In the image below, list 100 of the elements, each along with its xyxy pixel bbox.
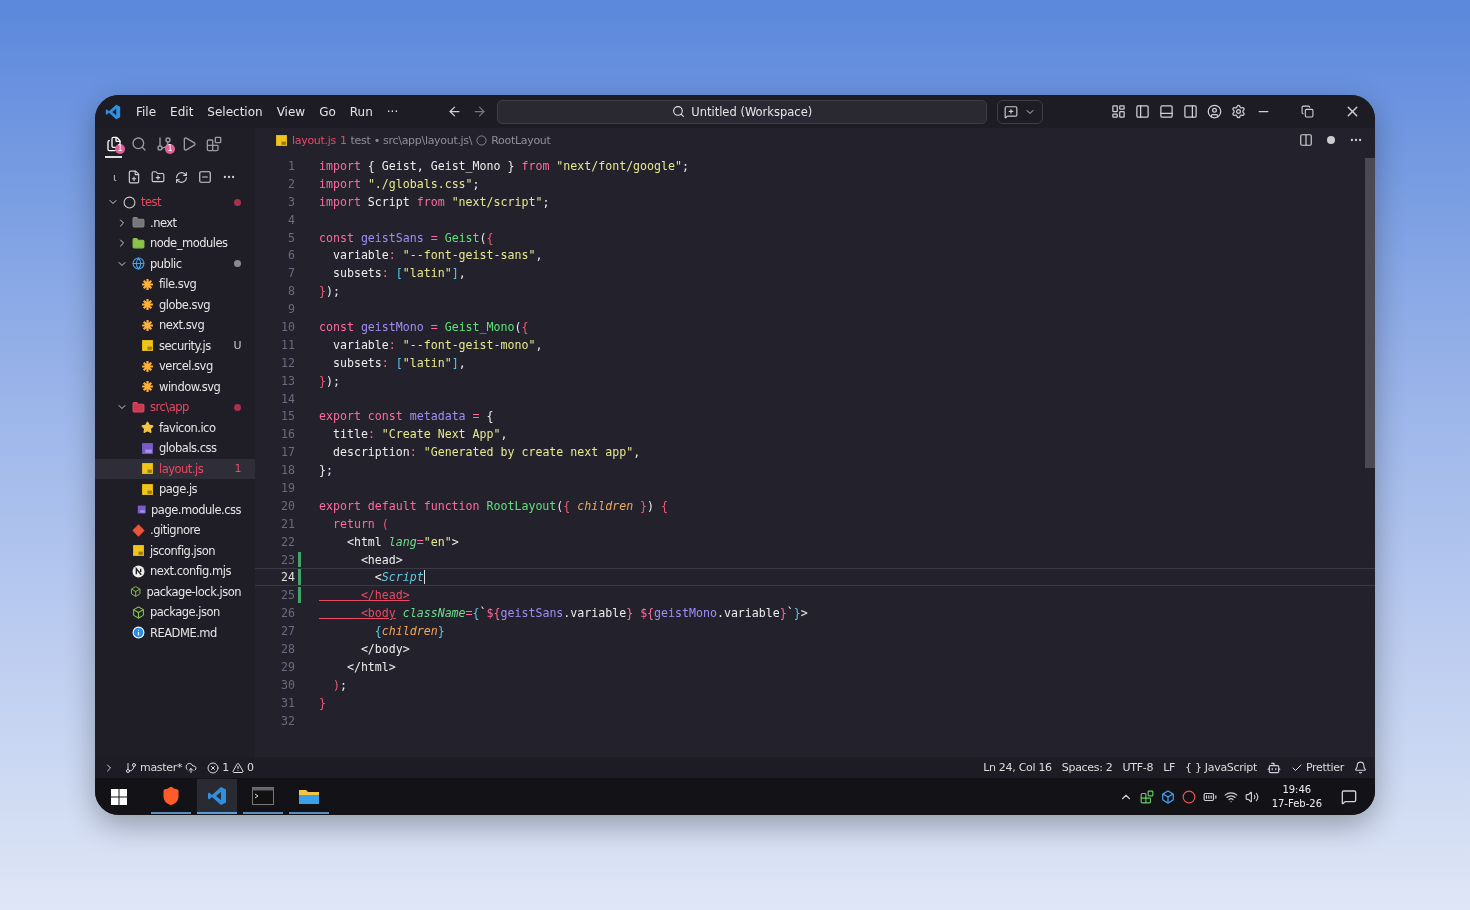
vscode-logo-icon <box>105 103 121 120</box>
code-line: subsets: ["latin"], <box>331 266 466 281</box>
tree-item[interactable]: security.js U <box>95 335 255 356</box>
menu-item[interactable]: File <box>129 104 164 119</box>
chat-button[interactable] <box>997 99 1044 124</box>
file-name: package-lock.json <box>146 584 241 599</box>
collapse-icon[interactable] <box>197 170 212 184</box>
line-number: 23 <box>280 552 295 567</box>
tray-app-icon[interactable] <box>1139 789 1154 804</box>
line-number: 19 <box>280 480 295 495</box>
problem-count: 1 <box>339 133 347 147</box>
line-number: 13 <box>280 373 295 388</box>
breadcrumb-path[interactable]: test • src\app\layout.js\ <box>350 133 473 147</box>
file-name: public <box>150 256 183 271</box>
file-name: page.js <box>159 482 199 497</box>
line-number: 3 <box>287 194 295 209</box>
line-number: 2 <box>287 176 295 191</box>
tray-app-icon[interactable] <box>1160 789 1175 804</box>
line-number: 14 <box>280 391 295 406</box>
code-line: <head> <box>359 552 403 567</box>
new-folder-icon[interactable] <box>150 170 165 184</box>
clock[interactable]: 19:46 17-Feb-26 <box>1271 782 1322 811</box>
folder-icon <box>132 400 145 414</box>
tree-item[interactable]: window.svg <box>95 376 255 397</box>
network-icon[interactable] <box>1223 789 1238 804</box>
menu-item[interactable]: ··· <box>379 104 406 119</box>
code-line: </head> <box>359 588 410 603</box>
code-line: }); <box>319 284 340 299</box>
file-name: jsconfig.json <box>150 543 217 558</box>
tree-item[interactable]: node_modules <box>95 233 255 254</box>
tree-item[interactable]: jsconfig.json <box>95 540 255 561</box>
panel-left-icon[interactable] <box>1135 104 1151 119</box>
menu-item[interactable]: Edit <box>163 104 201 119</box>
file-name: next.config.mjs <box>150 564 232 579</box>
breadcrumb-file[interactable]: layout.js <box>292 133 336 147</box>
menu-item[interactable]: Selection <box>200 104 270 119</box>
file-decoration: U <box>233 339 241 353</box>
tree-item[interactable]: file.svg <box>95 274 255 295</box>
tree-item[interactable]: public <box>95 253 255 274</box>
layout-icon[interactable] <box>1111 104 1127 119</box>
tree-item[interactable]: favicon.ico <box>95 417 255 438</box>
encoding[interactable]: UTF-8 <box>1122 761 1154 774</box>
line-number: 24 <box>280 570 295 585</box>
tree-item[interactable]: vercel.svg <box>95 356 255 377</box>
panel-right-icon[interactable] <box>1183 104 1199 119</box>
refresh-icon[interactable] <box>174 170 188 184</box>
n-logo-icon <box>132 564 145 578</box>
hexagon-icon <box>132 605 145 619</box>
branch-indicator[interactable]: master* <box>125 761 198 774</box>
tree-item[interactable]: globe.svg <box>95 294 255 315</box>
restore-icon[interactable] <box>1301 103 1314 120</box>
new-file-icon[interactable] <box>126 170 141 184</box>
file-name: security.js <box>159 338 212 353</box>
notification-icon[interactable] <box>1341 788 1357 805</box>
breadcrumb-symbol[interactable]: RootLayout <box>491 133 551 147</box>
tree-item[interactable]: next.svg <box>95 315 255 336</box>
asterisk-icon <box>141 380 154 394</box>
tray-app-icon[interactable] <box>1181 789 1196 804</box>
tree-item[interactable]: layout.js 1 <box>95 458 255 479</box>
cursor-position[interactable]: Ln 24, Col 16 <box>983 761 1052 774</box>
panel-bottom-icon[interactable] <box>1159 104 1175 119</box>
asterisk-icon <box>141 277 154 291</box>
asterisk-icon <box>141 318 154 332</box>
tree-item[interactable]: test <box>95 192 255 213</box>
tree-item[interactable]: .next <box>95 212 255 233</box>
indentation[interactable]: Spaces: 2 <box>1061 761 1113 774</box>
tree-item[interactable]: page.module.css <box>95 499 255 520</box>
split-editor-icon[interactable] <box>1299 133 1313 147</box>
robot-icon[interactable] <box>1266 760 1281 775</box>
bell-icon[interactable] <box>1354 761 1367 774</box>
file-name: page.module.css <box>151 502 241 517</box>
text-cursor <box>423 570 426 585</box>
search-field[interactable]: Untitled (Workspace) <box>497 99 988 124</box>
settings-icon[interactable] <box>1231 104 1247 119</box>
back-icon[interactable] <box>447 104 463 119</box>
tree-item[interactable]: src\app <box>95 397 255 418</box>
volume-icon[interactable] <box>1244 789 1259 804</box>
language-mode[interactable]: { } JavaScript <box>1185 761 1257 774</box>
tree-item[interactable]: globals.css <box>95 438 255 459</box>
line-ending[interactable]: LF <box>1163 761 1175 774</box>
tree-item[interactable]: package-lock.json <box>95 581 255 602</box>
tree-item[interactable]: .gitignore <box>95 520 255 541</box>
code-line: </body> <box>359 642 410 656</box>
code-line: export default function RootLayout({ children }) { <box>319 498 669 513</box>
problems-indicator[interactable]: 1 0 <box>207 761 254 774</box>
menu-item[interactable]: View <box>269 104 313 119</box>
symbol-icon <box>476 134 488 146</box>
tree-item[interactable]: next.config.mjs <box>95 561 255 582</box>
search-text: Untitled (Workspace) <box>691 104 813 119</box>
menu-item[interactable]: Run <box>342 104 380 119</box>
forward-icon[interactable] <box>472 104 488 119</box>
account-icon[interactable] <box>1207 104 1223 119</box>
tree-item[interactable]: page.js <box>95 479 255 500</box>
menu-item[interactable]: Go <box>312 104 343 119</box>
scrollbar[interactable] <box>1365 158 1375 468</box>
js-file-icon <box>141 339 154 353</box>
tree-item[interactable]: package.json <box>95 602 255 623</box>
tree-item[interactable]: README.md <box>95 622 255 643</box>
taskbar-app[interactable] <box>197 779 237 814</box>
formatter-status[interactable]: Prettier <box>1290 761 1344 774</box>
